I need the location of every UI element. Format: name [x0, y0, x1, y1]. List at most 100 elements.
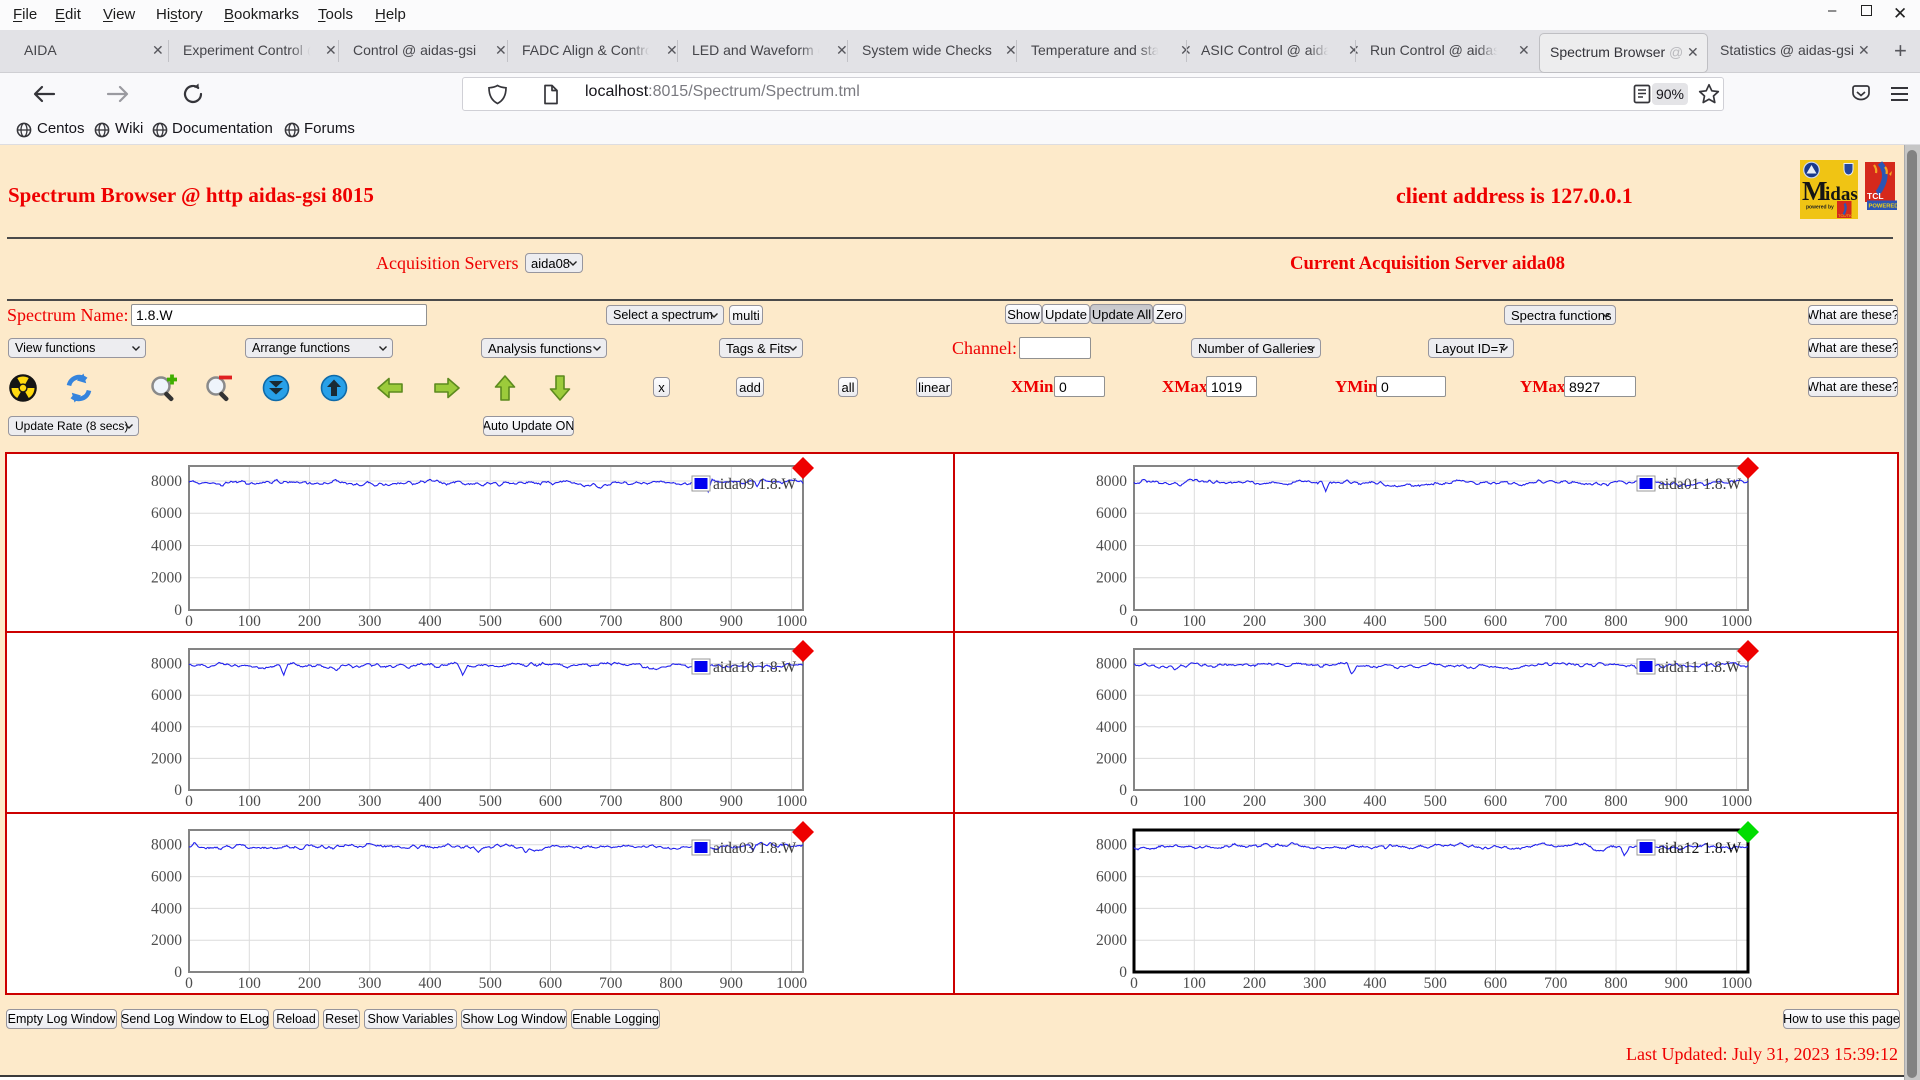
svg-text:0: 0	[1130, 793, 1138, 810]
svg-text:6000: 6000	[1096, 505, 1127, 522]
svg-text:2000: 2000	[1096, 570, 1127, 587]
svg-text:200: 200	[1243, 613, 1267, 630]
svg-text:0: 0	[174, 964, 182, 981]
svg-text:500: 500	[1424, 613, 1448, 630]
svg-text:0: 0	[1119, 782, 1127, 799]
svg-text:2000: 2000	[1096, 932, 1127, 949]
svg-text:8000: 8000	[151, 656, 182, 673]
svg-text:0: 0	[174, 782, 182, 799]
svg-text:aida10 1.8.W: aida10 1.8.W	[713, 659, 796, 676]
svg-text:500: 500	[479, 613, 503, 630]
svg-text:300: 300	[358, 613, 382, 630]
svg-text:8000: 8000	[1096, 656, 1127, 673]
svg-text:800: 800	[1604, 975, 1628, 992]
svg-text:1000: 1000	[776, 793, 807, 810]
svg-text:1000: 1000	[1721, 975, 1752, 992]
svg-text:2000: 2000	[1096, 750, 1127, 767]
svg-text:0: 0	[185, 975, 193, 992]
svg-text:TCL: TCL	[1867, 191, 1884, 201]
svg-text:600: 600	[539, 793, 563, 810]
svg-text:6000: 6000	[151, 505, 182, 522]
svg-text:900: 900	[1665, 613, 1689, 630]
svg-text:100: 100	[238, 613, 261, 630]
svg-text:aida12 1.8.W: aida12 1.8.W	[1658, 840, 1741, 857]
svg-text:2000: 2000	[151, 932, 182, 949]
svg-text:0: 0	[185, 793, 193, 810]
svg-text:400: 400	[418, 793, 442, 810]
svg-text:4000: 4000	[151, 538, 182, 555]
svg-text:900: 900	[720, 975, 744, 992]
svg-text:powered by: powered by	[1806, 205, 1834, 211]
svg-text:200: 200	[298, 975, 322, 992]
svg-text:400: 400	[418, 975, 442, 992]
svg-text:6000: 6000	[1096, 687, 1127, 704]
svg-text:600: 600	[539, 613, 563, 630]
svg-text:2000: 2000	[151, 750, 182, 767]
svg-text:TCL/TK: TCL/TK	[1838, 213, 1852, 218]
svg-text:4000: 4000	[1096, 719, 1127, 736]
svg-text:0: 0	[185, 613, 193, 630]
svg-text:400: 400	[1363, 975, 1387, 992]
svg-text:800: 800	[659, 793, 683, 810]
svg-text:200: 200	[1243, 793, 1267, 810]
svg-text:700: 700	[599, 793, 623, 810]
svg-text:aida11 1.8.W: aida11 1.8.W	[1658, 659, 1741, 676]
svg-text:600: 600	[1484, 975, 1508, 992]
svg-text:600: 600	[1484, 793, 1508, 810]
svg-text:300: 300	[1303, 613, 1327, 630]
svg-text:6000: 6000	[1096, 869, 1127, 886]
svg-text:300: 300	[1303, 975, 1327, 992]
svg-text:6000: 6000	[151, 869, 182, 886]
svg-text:700: 700	[1544, 975, 1568, 992]
svg-text:300: 300	[1303, 793, 1327, 810]
svg-text:200: 200	[298, 613, 322, 630]
svg-text:900: 900	[720, 793, 744, 810]
svg-text:0: 0	[1130, 613, 1138, 630]
svg-text:100: 100	[1183, 975, 1207, 992]
svg-text:1000: 1000	[1721, 613, 1752, 630]
svg-text:400: 400	[1363, 613, 1387, 630]
svg-text:300: 300	[358, 975, 382, 992]
svg-text:900: 900	[1665, 793, 1689, 810]
svg-text:400: 400	[418, 613, 442, 630]
svg-text:500: 500	[479, 975, 503, 992]
svg-text:100: 100	[1183, 793, 1207, 810]
svg-text:700: 700	[599, 613, 623, 630]
svg-text:2000: 2000	[151, 570, 182, 587]
svg-text:8000: 8000	[1096, 473, 1127, 490]
svg-text:4000: 4000	[151, 719, 182, 736]
svg-text:1000: 1000	[776, 613, 807, 630]
svg-text:POWERED: POWERED	[1869, 204, 1898, 210]
svg-text:0: 0	[1119, 964, 1127, 981]
svg-text:900: 900	[720, 613, 744, 630]
svg-text:800: 800	[1604, 613, 1628, 630]
svg-text:8000: 8000	[151, 473, 182, 490]
svg-text:8000: 8000	[1096, 837, 1127, 854]
svg-text:aida03 1.8.W: aida03 1.8.W	[713, 840, 796, 857]
svg-text:700: 700	[1544, 793, 1568, 810]
svg-text:100: 100	[238, 793, 261, 810]
svg-text:0: 0	[1119, 602, 1127, 619]
svg-text:4000: 4000	[1096, 538, 1127, 555]
svg-text:500: 500	[1424, 975, 1448, 992]
svg-text:800: 800	[659, 975, 683, 992]
svg-text:4000: 4000	[1096, 900, 1127, 917]
svg-text:200: 200	[1243, 975, 1267, 992]
svg-text:500: 500	[1424, 793, 1448, 810]
svg-text:0: 0	[1130, 975, 1138, 992]
svg-text:100: 100	[238, 975, 261, 992]
svg-text:700: 700	[1544, 613, 1568, 630]
svg-text:800: 800	[1604, 793, 1628, 810]
svg-text:aida01 1.8.W: aida01 1.8.W	[1658, 476, 1741, 493]
svg-text:800: 800	[659, 613, 683, 630]
svg-text:600: 600	[1484, 613, 1508, 630]
svg-text:200: 200	[298, 793, 322, 810]
svg-text:1000: 1000	[776, 975, 807, 992]
svg-text:400: 400	[1363, 793, 1387, 810]
svg-text:M: M	[1802, 176, 1827, 206]
svg-text:4000: 4000	[151, 900, 182, 917]
svg-text:600: 600	[539, 975, 563, 992]
svg-text:8000: 8000	[151, 837, 182, 854]
svg-text:aida09 1.8.W: aida09 1.8.W	[713, 476, 796, 493]
svg-text:900: 900	[1665, 975, 1689, 992]
